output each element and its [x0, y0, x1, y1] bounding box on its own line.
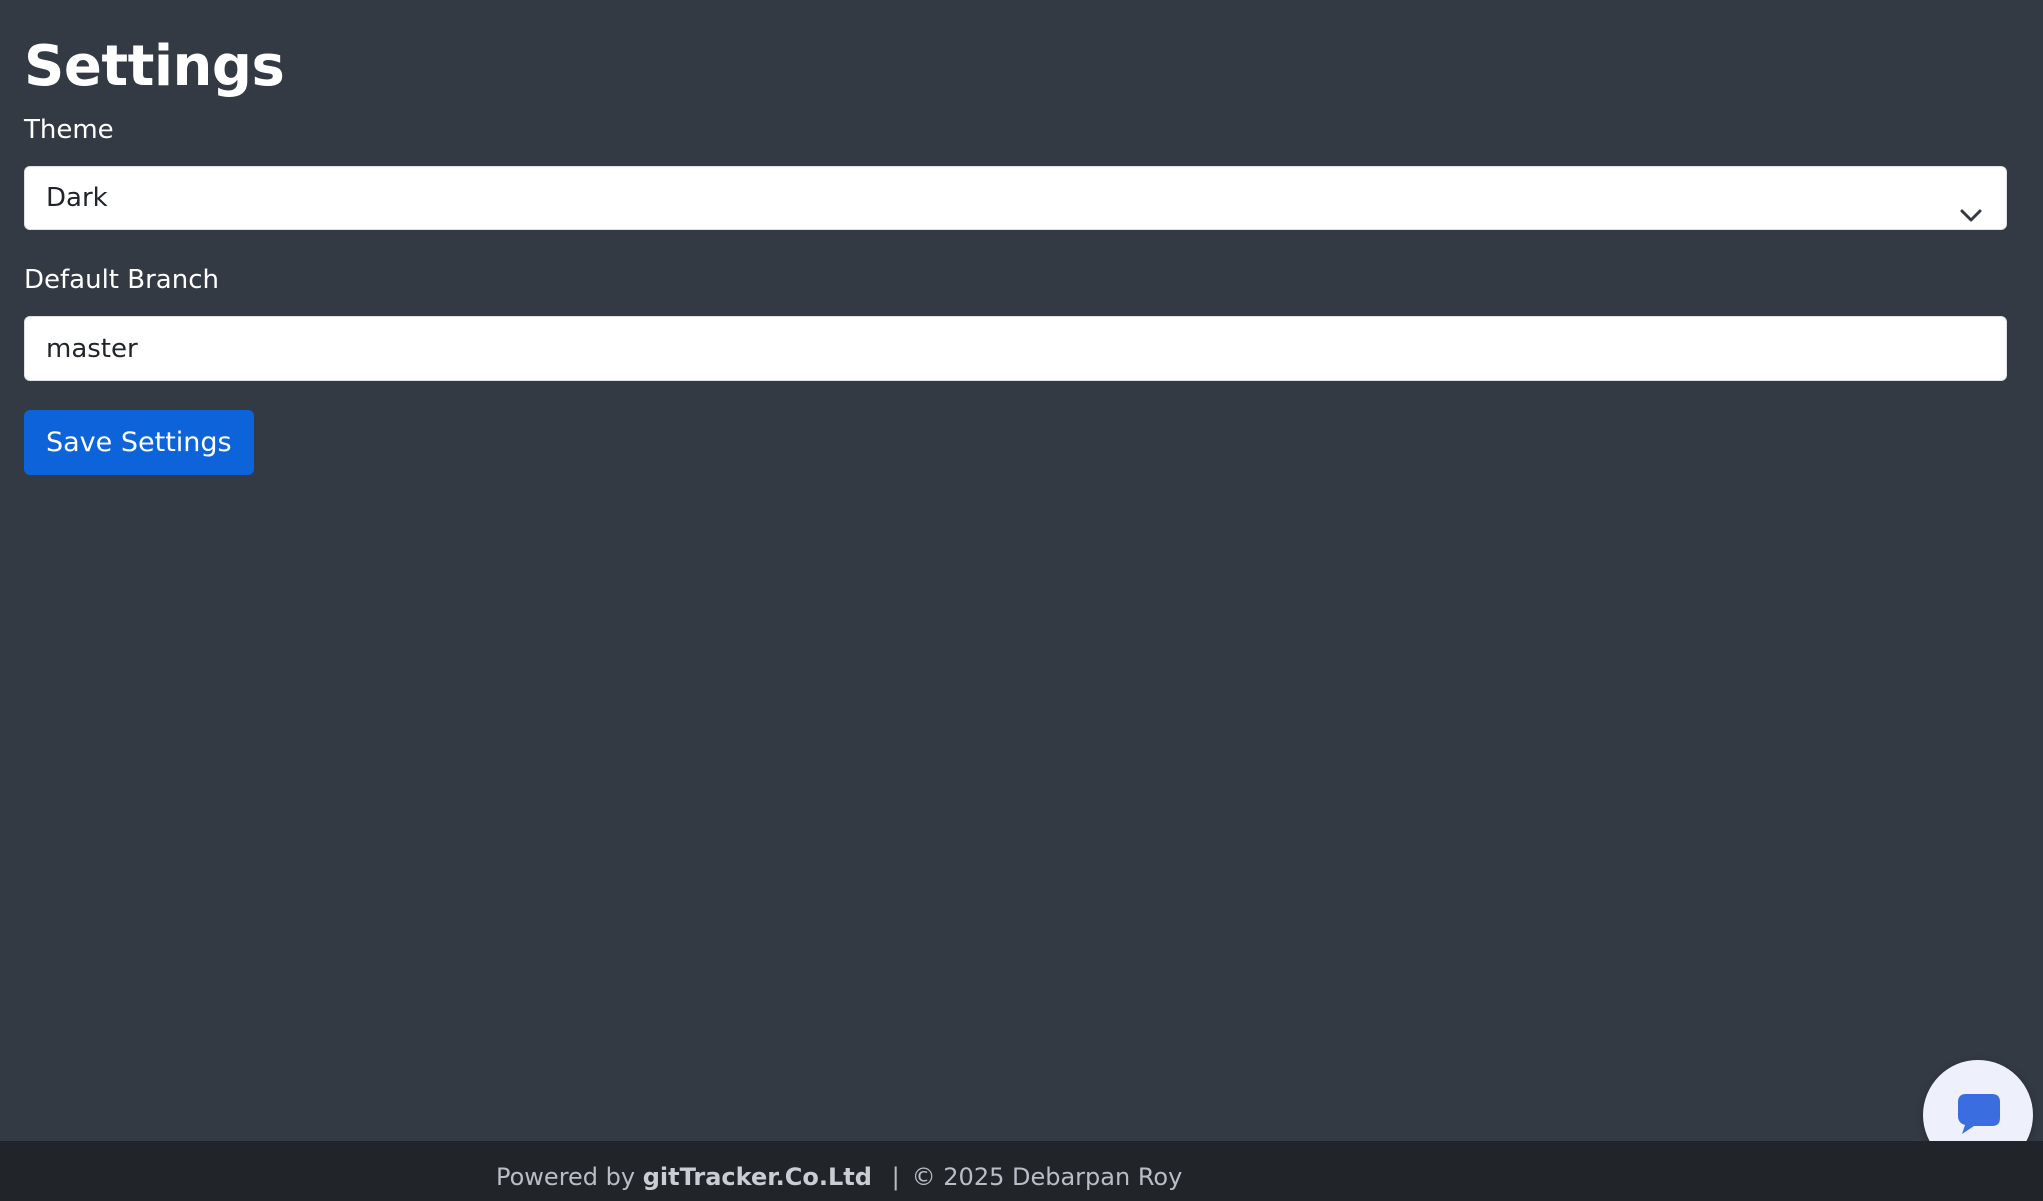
footer-brand-link[interactable]: gitTracker.Co.Ltd — [643, 1163, 872, 1191]
save-settings-button[interactable]: Save Settings — [24, 410, 254, 475]
footer-powered-by: Powered by — [496, 1163, 636, 1191]
footer: Powered by gitTracker.Co.Ltd | © 2025 Deb… — [0, 1141, 2043, 1201]
page-title: Settings — [24, 34, 285, 99]
chat-bubble-icon — [1958, 1094, 2000, 1134]
settings-content: Settings Theme Dark Default Branch Save … — [24, 0, 2007, 475]
default-branch-label: Default Branch — [24, 265, 219, 295]
footer-copyright: © 2025 Debarpan Roy — [911, 1163, 1183, 1191]
footer-separator: | — [891, 1163, 900, 1191]
settings-page: Settings Theme Dark Default Branch Save … — [0, 0, 2043, 1201]
chevron-down-icon — [1958, 187, 1984, 222]
default-branch-input[interactable] — [24, 316, 2007, 381]
theme-label: Theme — [24, 115, 114, 145]
theme-select[interactable]: Dark — [24, 166, 2007, 230]
theme-select-value: Dark — [46, 183, 108, 213]
footer-text: Powered by gitTracker.Co.Ltd | © 2025 Deb… — [496, 1141, 1182, 1201]
